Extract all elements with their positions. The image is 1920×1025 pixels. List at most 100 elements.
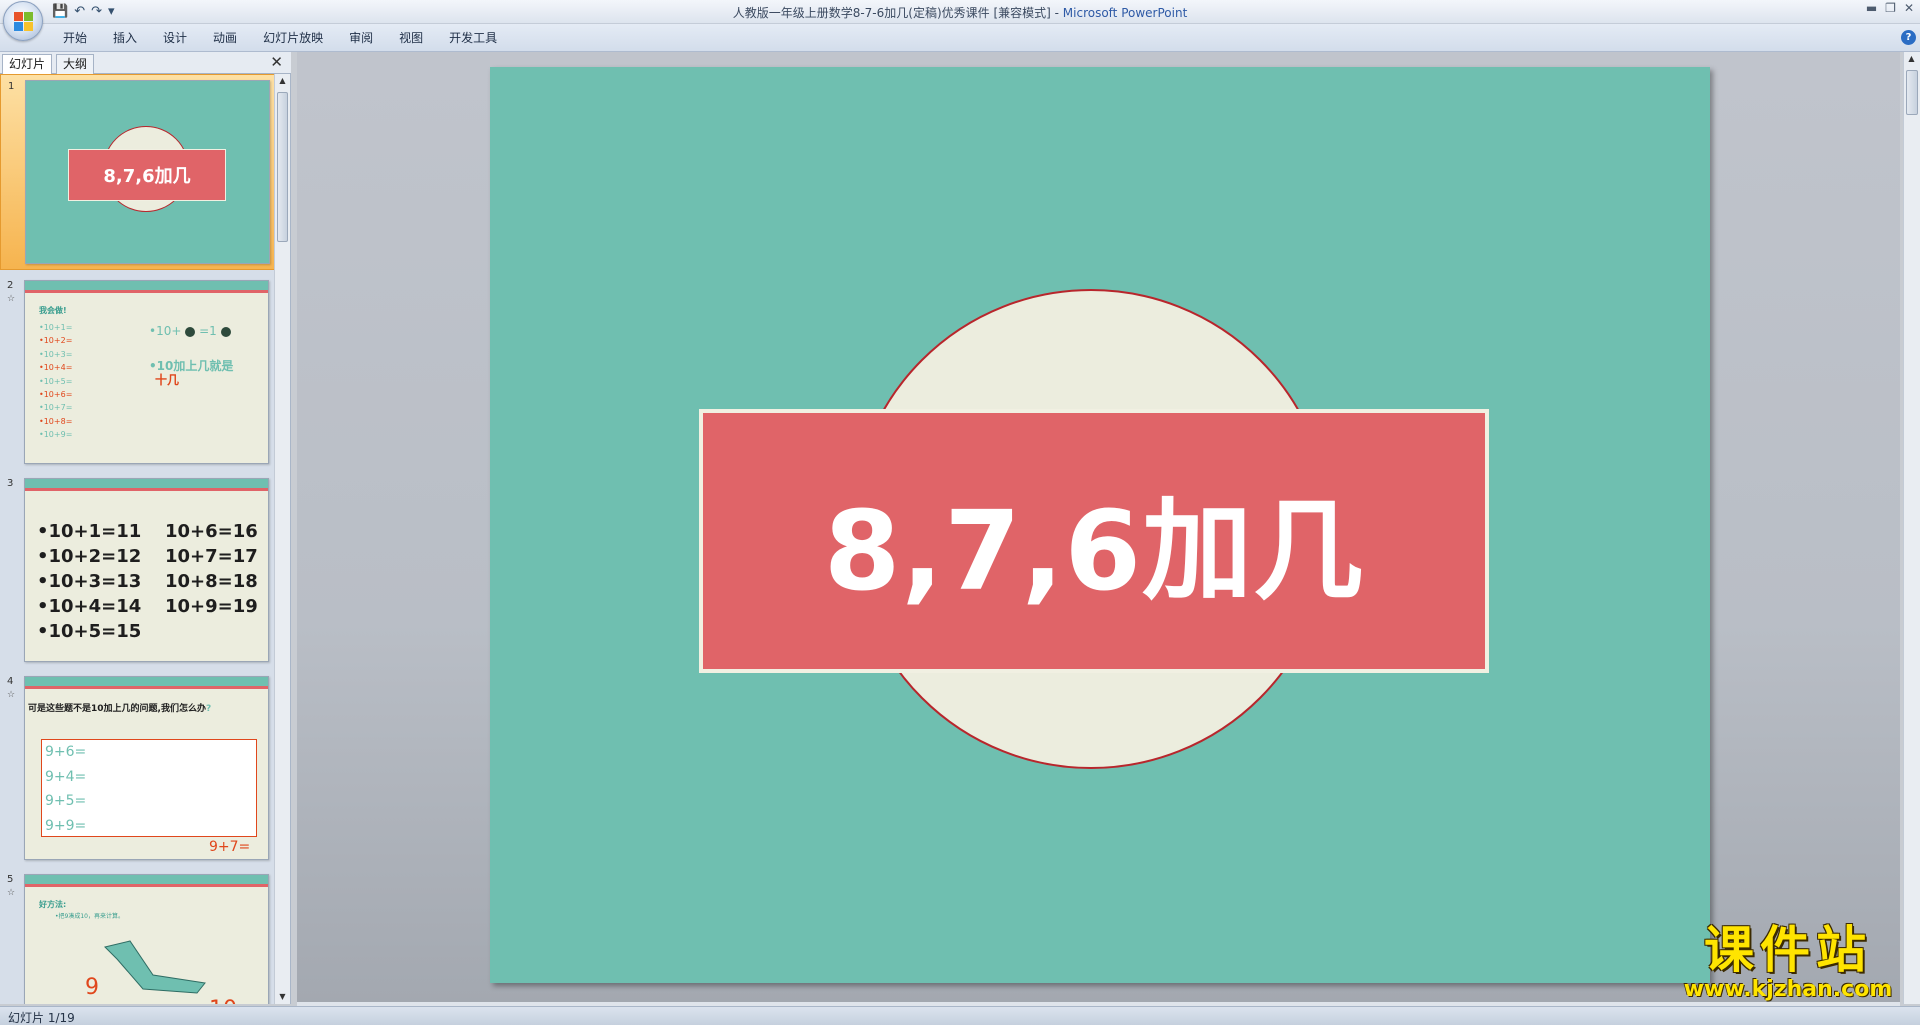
list-item: •10+4=14	[37, 596, 142, 617]
watermark-logo: 课件站	[1704, 921, 1872, 979]
slide-1-preview[interactable]: 8,7,6加几	[25, 80, 270, 264]
scroll-up-icon[interactable]: ▲	[275, 74, 290, 88]
panel-close-icon[interactable]: ✕	[270, 55, 283, 70]
thumb-subtitle: •把9凑成10，再来计算。	[55, 913, 124, 920]
tab-view[interactable]: 视图	[386, 30, 436, 46]
thumbnail-list: 1 8,7,6加几 2 ☆ 我会做! •10+1= •10+2= •10+3= …	[0, 74, 275, 1004]
scroll-down-icon[interactable]: ▼	[275, 990, 290, 1004]
watermark: 课件站 www.kjzhan.com	[1668, 922, 1908, 1002]
splat-icon	[220, 326, 231, 337]
help-icon[interactable]: ?	[1901, 30, 1916, 45]
list-item: •10+3=	[39, 349, 73, 359]
animation-star-icon: ☆	[7, 888, 16, 898]
slide-2-preview[interactable]: 我会做! •10+1= •10+2= •10+3= •10+4= •10+5= …	[24, 280, 269, 464]
thumbnail-slide-2[interactable]: 2 ☆ 我会做! •10+1= •10+2= •10+3= •10+4= •10…	[0, 274, 275, 470]
tab-animations[interactable]: 动画	[200, 30, 250, 46]
thumbnail-slide-5[interactable]: 5 ☆ 好方法: •把9凑成10，再来计算。 9 10	[0, 868, 275, 1004]
office-logo-icon	[14, 12, 34, 32]
watermark-url: www.kjzhan.com	[1683, 977, 1893, 1002]
list-item: 10+9=19	[165, 596, 258, 617]
ribbon: 开始 插入 设计 动画 幻灯片放映 审阅 视图 开发工具 ?	[0, 24, 1920, 52]
animation-star-icon: ☆	[7, 294, 16, 304]
equation-left: •10+	[149, 324, 182, 338]
thumb-equation-list: •10+1= •10+2= •10+3= •10+4= •10+5= •10+6…	[39, 321, 72, 442]
list-item: •10+4=	[39, 363, 73, 373]
editor-scrollbar[interactable]: ▲	[1903, 52, 1920, 1004]
panel-tabs: 幻灯片 大纲 ✕	[0, 52, 291, 74]
question-mark: ?	[205, 704, 212, 714]
slide-number: 2	[7, 280, 14, 291]
ribbon-tabs: 开始 插入 设计 动画 幻灯片放映 审阅 视图 开发工具	[50, 30, 510, 46]
slide-number: 5	[7, 874, 14, 885]
list-item: 9+9=	[45, 817, 87, 834]
animation-star-icon: ☆	[7, 690, 16, 700]
slide-editing-area: 8,7,6加几	[297, 52, 1900, 1004]
window-title: 人教版一年级上册数学8-7-6加几(定稿)优秀课件 [兼容模式] - Micro…	[0, 4, 1920, 21]
list-item: •10+1=11	[37, 521, 142, 542]
list-item: •10+2=	[39, 336, 73, 346]
slide-number: 3	[7, 478, 14, 489]
thumb-header-bar	[25, 875, 268, 887]
tab-design[interactable]: 设计	[150, 30, 200, 46]
tab-slideshow[interactable]: 幻灯片放映	[250, 30, 336, 46]
tab-slides[interactable]: 幻灯片	[2, 54, 53, 74]
thumb-number-ten: 10	[209, 997, 237, 1004]
tab-outline[interactable]: 大纲	[56, 54, 95, 74]
slide-number: 4	[7, 676, 14, 687]
thumb-problem-box: 9+6= 9+4= 9+5= 9+9=	[41, 739, 257, 837]
title-bar: 💾 ↶ ↷ ▾ 人教版一年级上册数学8-7-6加几(定稿)优秀课件 [兼容模式]…	[0, 0, 1920, 24]
thumb-arrow-shape	[104, 940, 206, 994]
current-slide[interactable]: 8,7,6加几	[490, 67, 1710, 983]
thumb-right-column: 10+6=16 10+7=17 10+8=18 10+9=19	[165, 519, 258, 619]
list-item: •10+1=	[39, 323, 73, 332]
list-item: •10+5=15	[37, 621, 142, 642]
thumb-heading: 好方法:	[39, 900, 67, 909]
slide-title-banner[interactable]: 8,7,6加几	[699, 409, 1489, 673]
slide-title[interactable]: 8,7,6加几	[824, 461, 1364, 621]
thumbnail-slide-1[interactable]: 1 8,7,6加几	[0, 74, 275, 270]
scrollbar-thumb[interactable]	[277, 92, 288, 242]
window-controls: ▬ ❐ ✕	[1866, 1, 1914, 15]
scrollbar-thumb[interactable]	[1906, 70, 1918, 115]
document-title: 人教版一年级上册数学8-7-6加几(定稿)优秀课件 [兼容模式]	[732, 6, 1051, 20]
slide-number: 1	[8, 81, 15, 92]
list-item: 9+4=	[45, 768, 87, 785]
list-item: 10+8=18	[165, 571, 258, 592]
list-item: •10+5=	[39, 376, 73, 386]
slide-counter: 幻灯片 1/19	[8, 1011, 75, 1025]
scroll-up-icon[interactable]: ▲	[1904, 52, 1919, 66]
thumb-rule-text-red: 十几	[155, 373, 180, 387]
thumb-right-equation: •10+ =1	[149, 324, 231, 338]
thumb-left-column: •10+1=11 •10+2=12 •10+3=13 •10+4=14 •10+…	[37, 519, 141, 644]
status-bar: 幻灯片 1/19	[0, 1006, 1920, 1025]
thumb-question: 可是这些题不是10加上几的问题,我们怎么办?	[28, 701, 211, 714]
thumb-title: 8,7,6加几	[103, 166, 191, 187]
list-item: 9+6=	[45, 744, 87, 760]
panel-scrollbar[interactable]: ▲ ▼	[274, 74, 290, 1004]
slide-4-preview[interactable]: 可是这些题不是10加上几的问题,我们怎么办? 9+6= 9+4= 9+5= 9+…	[24, 676, 269, 860]
minimize-icon[interactable]: ▬	[1866, 1, 1877, 15]
thumb-number-nine: 9	[85, 975, 99, 1000]
tab-insert[interactable]: 插入	[100, 30, 150, 46]
office-button[interactable]	[3, 1, 43, 41]
equation-right: =1	[199, 324, 217, 338]
splat-icon	[185, 326, 196, 337]
slides-panel: 幻灯片 大纲 ✕ 1 8,7,6加几 2 ☆ 我会做! •10+1= •10+2…	[0, 52, 291, 1004]
thumbnail-slide-4[interactable]: 4 ☆ 可是这些题不是10加上几的问题,我们怎么办? 9+6= 9+4= 9+5…	[0, 670, 275, 866]
list-item: 9+5=	[45, 793, 87, 809]
list-item: •10+6=	[39, 390, 73, 400]
thumbnail-slide-3[interactable]: 3 •10+1=11 •10+2=12 •10+3=13 •10+4=14 •1…	[0, 472, 275, 668]
tab-home[interactable]: 开始	[50, 30, 100, 46]
close-icon[interactable]: ✕	[1904, 1, 1914, 15]
tab-developer[interactable]: 开发工具	[436, 30, 510, 46]
thumb-header-bar	[25, 677, 268, 689]
slide-5-preview[interactable]: 好方法: •把9凑成10，再来计算。 9 10	[24, 874, 269, 1004]
restore-icon[interactable]: ❐	[1885, 1, 1896, 15]
list-item: •10+8=	[39, 416, 73, 426]
tab-review[interactable]: 审阅	[336, 30, 386, 46]
list-item: •10+9=	[39, 430, 73, 440]
title-separator: -	[1050, 6, 1063, 20]
slide-3-preview[interactable]: •10+1=11 •10+2=12 •10+3=13 •10+4=14 •10+…	[24, 478, 269, 662]
question-text: 可是这些题不是10加上几的问题,我们怎么办	[28, 704, 206, 714]
list-item: •10+2=12	[37, 546, 142, 567]
